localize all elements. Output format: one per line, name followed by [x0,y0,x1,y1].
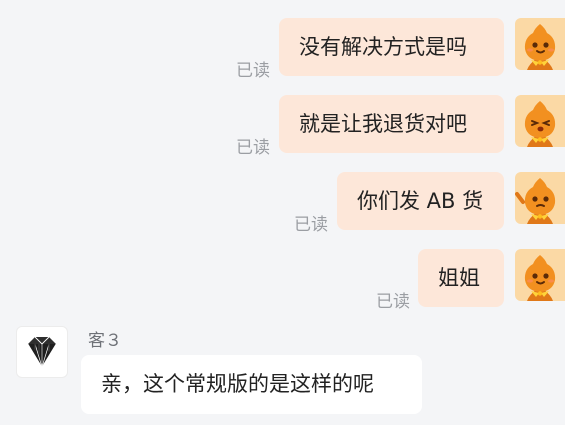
user-avatar[interactable] [515,95,565,147]
read-receipt: 已读 [236,61,270,81]
read-receipt: 已读 [376,292,410,312]
outgoing-message-bubble[interactable]: 就是让我退货对吧 [279,95,504,153]
orange-mascot-icon [524,24,556,70]
orange-mascot-icon [524,255,556,301]
outgoing-message-bubble[interactable]: 姐姐 [418,249,504,307]
read-receipt: 已读 [236,138,270,158]
read-receipt: 已读 [294,215,328,235]
orange-mascot-icon [524,101,556,147]
sender-name: 客３ [88,331,122,351]
incoming-message-bubble[interactable]: 亲，这个常规版的是这样的呢 [81,355,422,414]
user-avatar[interactable] [515,18,565,70]
message-row: 已读 你们发 AB 货 [0,172,565,235]
message-row: 已读 就是让我退货对吧 [0,95,565,158]
orange-mascot-icon [515,178,556,224]
agent-avatar[interactable] [16,326,68,378]
outgoing-message-bubble[interactable]: 没有解决方式是吗 [279,18,504,76]
message-row: 已读 姐姐 [0,249,565,312]
message-row: 已读 没有解决方式是吗 [0,18,565,81]
outgoing-message-bubble[interactable]: 你们发 AB 货 [337,172,504,230]
user-avatar[interactable] [515,249,565,301]
user-avatar[interactable] [515,172,565,224]
diamond-icon [27,336,57,369]
